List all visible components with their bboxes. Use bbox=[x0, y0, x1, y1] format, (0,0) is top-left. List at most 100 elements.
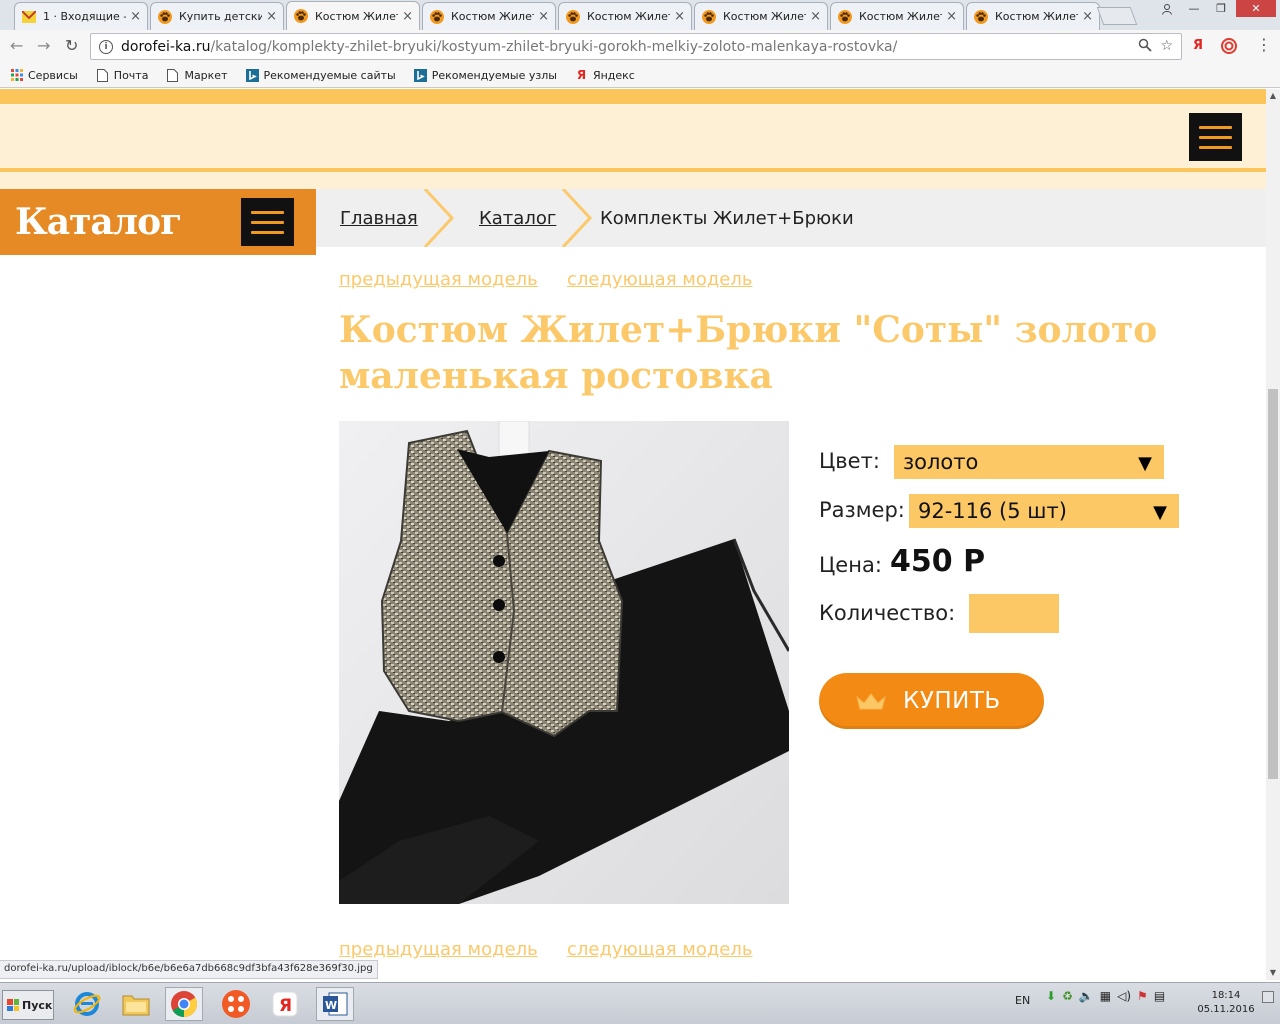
bookmark-label: Яндекс bbox=[592, 68, 635, 82]
browser-tab[interactable]: Костюм Жилет × bbox=[830, 2, 964, 30]
dropdown-arrow-icon: ▼ bbox=[1138, 453, 1152, 474]
header-menu-button[interactable] bbox=[1189, 113, 1242, 161]
size-select[interactable]: 92-116 (5 шт) ▼ bbox=[909, 494, 1179, 528]
next-model-link[interactable]: следующая модель bbox=[567, 269, 752, 290]
close-tab-icon[interactable]: × bbox=[130, 9, 141, 24]
internet-explorer-icon[interactable] bbox=[68, 987, 106, 1021]
bookmark-label: Сервисы bbox=[28, 68, 78, 82]
next-model-link-bottom[interactable]: следующая модель bbox=[567, 939, 752, 960]
paw-icon bbox=[157, 9, 173, 25]
bookmark-item[interactable]: Сервисы bbox=[10, 69, 78, 82]
paw-icon bbox=[837, 9, 853, 25]
show-desktop-button[interactable] bbox=[1262, 991, 1274, 1003]
zoom-icon[interactable] bbox=[1138, 38, 1153, 56]
reload-icon[interactable]: ↻ bbox=[65, 36, 78, 55]
bookmark-label: Рекомендуемые узлы bbox=[431, 68, 557, 82]
quantity-input[interactable] bbox=[969, 594, 1059, 633]
bookmark-item[interactable]: Рекомендуемые узлы bbox=[413, 68, 557, 82]
volume-icon[interactable]: 🔈 bbox=[1079, 989, 1094, 1003]
scrollbar-thumb[interactable] bbox=[1268, 389, 1278, 779]
bing-icon bbox=[413, 68, 427, 82]
breadcrumb-home-link[interactable]: Главная bbox=[340, 208, 418, 229]
buy-button-label: КУПИТЬ bbox=[903, 688, 1001, 714]
start-button[interactable]: Пуск bbox=[2, 990, 54, 1020]
close-tab-icon[interactable]: × bbox=[674, 9, 685, 24]
forward-icon[interactable]: → bbox=[37, 36, 50, 55]
product-title: Костюм Жилет+Брюки "Соты" золото маленьк… bbox=[339, 309, 1158, 397]
breadcrumb-catalog-link[interactable]: Каталог bbox=[479, 208, 556, 229]
clipboard-icon[interactable]: ▤ bbox=[1154, 989, 1165, 1003]
scroll-down-icon[interactable]: ▼ bbox=[1266, 966, 1280, 980]
page-scrollbar[interactable]: ▲ ▼ bbox=[1266, 89, 1280, 980]
breadcrumb-separator-icon bbox=[561, 189, 593, 247]
product-photo[interactable] bbox=[339, 421, 789, 904]
page-viewport: Каталог Главная Каталог Комплекты Жилет+… bbox=[0, 89, 1266, 980]
sync-icon[interactable]: ♻ bbox=[1062, 989, 1073, 1003]
close-tab-icon[interactable]: × bbox=[1082, 9, 1093, 24]
yandex-icon: Я bbox=[576, 68, 587, 82]
catalog-menu-button[interactable] bbox=[241, 198, 294, 246]
browser-tab[interactable]: Костюм Жилет × bbox=[694, 2, 828, 30]
browser-tab[interactable]: Костюм Жилет × bbox=[558, 2, 692, 30]
dropdown-arrow-icon: ▼ bbox=[1153, 502, 1167, 523]
browser-tab[interactable]: 1 · Входящие - × bbox=[14, 2, 148, 30]
paw-icon bbox=[293, 8, 309, 24]
bookmark-item[interactable]: Маркет bbox=[166, 68, 228, 82]
word-icon[interactable]: W bbox=[316, 987, 354, 1021]
bookmark-item[interactable]: Я Яндекс bbox=[575, 68, 635, 82]
menu-icon[interactable]: ⋮ bbox=[1256, 35, 1272, 54]
site-info-icon[interactable]: i bbox=[99, 39, 113, 54]
minimize-button[interactable]: — bbox=[1182, 0, 1206, 17]
browser-tab[interactable]: Костюм Жилет × bbox=[286, 1, 420, 30]
address-bar[interactable]: i dorofei-ka.ru/katalog/komplekty-zhilet… bbox=[90, 33, 1182, 60]
browser-tab[interactable]: Купить детски × bbox=[150, 2, 284, 30]
download-icon[interactable]: ⬇ bbox=[1046, 989, 1056, 1003]
system-tray: ⬇ ♻ 🔈 ▦ ◁) ⚑ ▤ bbox=[1046, 989, 1165, 1003]
catalog-title: Каталог bbox=[15, 201, 182, 243]
close-tab-icon[interactable]: × bbox=[810, 9, 821, 24]
restore-button[interactable]: ❐ bbox=[1209, 0, 1233, 17]
scroll-up-icon[interactable]: ▲ bbox=[1266, 89, 1280, 103]
tab-title: Костюм Жилет bbox=[995, 10, 1079, 23]
page-icon bbox=[96, 68, 109, 82]
tab-title: 1 · Входящие - bbox=[43, 10, 127, 23]
language-indicator[interactable]: EN bbox=[1015, 994, 1030, 1007]
size-select-value: 92-116 (5 шт) bbox=[918, 499, 1067, 523]
yandex-extension-icon[interactable]: Я bbox=[1193, 38, 1203, 53]
close-tab-icon[interactable]: × bbox=[402, 9, 413, 24]
new-tab-button[interactable] bbox=[1096, 7, 1138, 25]
clock[interactable]: 18:14 05.11.2016 bbox=[1196, 989, 1256, 1017]
yandex-browser-icon[interactable]: Я bbox=[266, 987, 304, 1021]
bing-icon bbox=[245, 68, 259, 82]
taskbar: Пуск Я W EN ⬇ ♻ 🔈 ▦ ◁) ⚑ ▤ 18:14 05.11.2… bbox=[0, 982, 1280, 1024]
bookmark-label: Маркет bbox=[184, 68, 228, 82]
paw-icon bbox=[565, 9, 581, 25]
bookmark-item[interactable]: Рекомендуемые сайты bbox=[245, 68, 396, 82]
tab-strip: 1 · Входящие - × Купить детски × Костюм Жиле… bbox=[0, 0, 1280, 30]
site-header bbox=[0, 89, 1266, 189]
svg-text:W: W bbox=[325, 999, 337, 1012]
file-explorer-icon[interactable] bbox=[117, 987, 155, 1021]
target-extension-icon[interactable] bbox=[1221, 38, 1237, 58]
chrome-icon[interactable] bbox=[165, 987, 203, 1021]
tab-title: Костюм Жилет bbox=[451, 10, 535, 23]
sound-icon[interactable]: ◁) bbox=[1117, 989, 1131, 1003]
bookmark-star-icon[interactable]: ☆ bbox=[1160, 38, 1173, 56]
close-tab-icon[interactable]: × bbox=[946, 9, 957, 24]
bookmark-item[interactable]: Почта bbox=[96, 68, 148, 82]
crown-icon bbox=[856, 693, 886, 710]
flag-icon[interactable]: ⚑ bbox=[1137, 989, 1148, 1003]
profile-icon[interactable] bbox=[1155, 0, 1179, 17]
prev-model-link[interactable]: предыдущая модель bbox=[339, 269, 538, 290]
color-select[interactable]: золото ▼ bbox=[894, 445, 1164, 479]
browser-tab[interactable]: Костюм Жилет × bbox=[422, 2, 556, 30]
back-icon[interactable]: ← bbox=[10, 36, 23, 55]
media-player-icon[interactable] bbox=[217, 987, 255, 1021]
network-icon[interactable]: ▦ bbox=[1100, 989, 1111, 1003]
prev-model-link-bottom[interactable]: предыдущая модель bbox=[339, 939, 538, 960]
browser-tab[interactable]: Костюм Жилет × bbox=[966, 2, 1100, 30]
close-window-button[interactable]: ✕ bbox=[1236, 0, 1276, 17]
close-tab-icon[interactable]: × bbox=[538, 9, 549, 24]
close-tab-icon[interactable]: × bbox=[266, 9, 277, 24]
buy-button[interactable]: КУПИТЬ bbox=[819, 673, 1044, 729]
